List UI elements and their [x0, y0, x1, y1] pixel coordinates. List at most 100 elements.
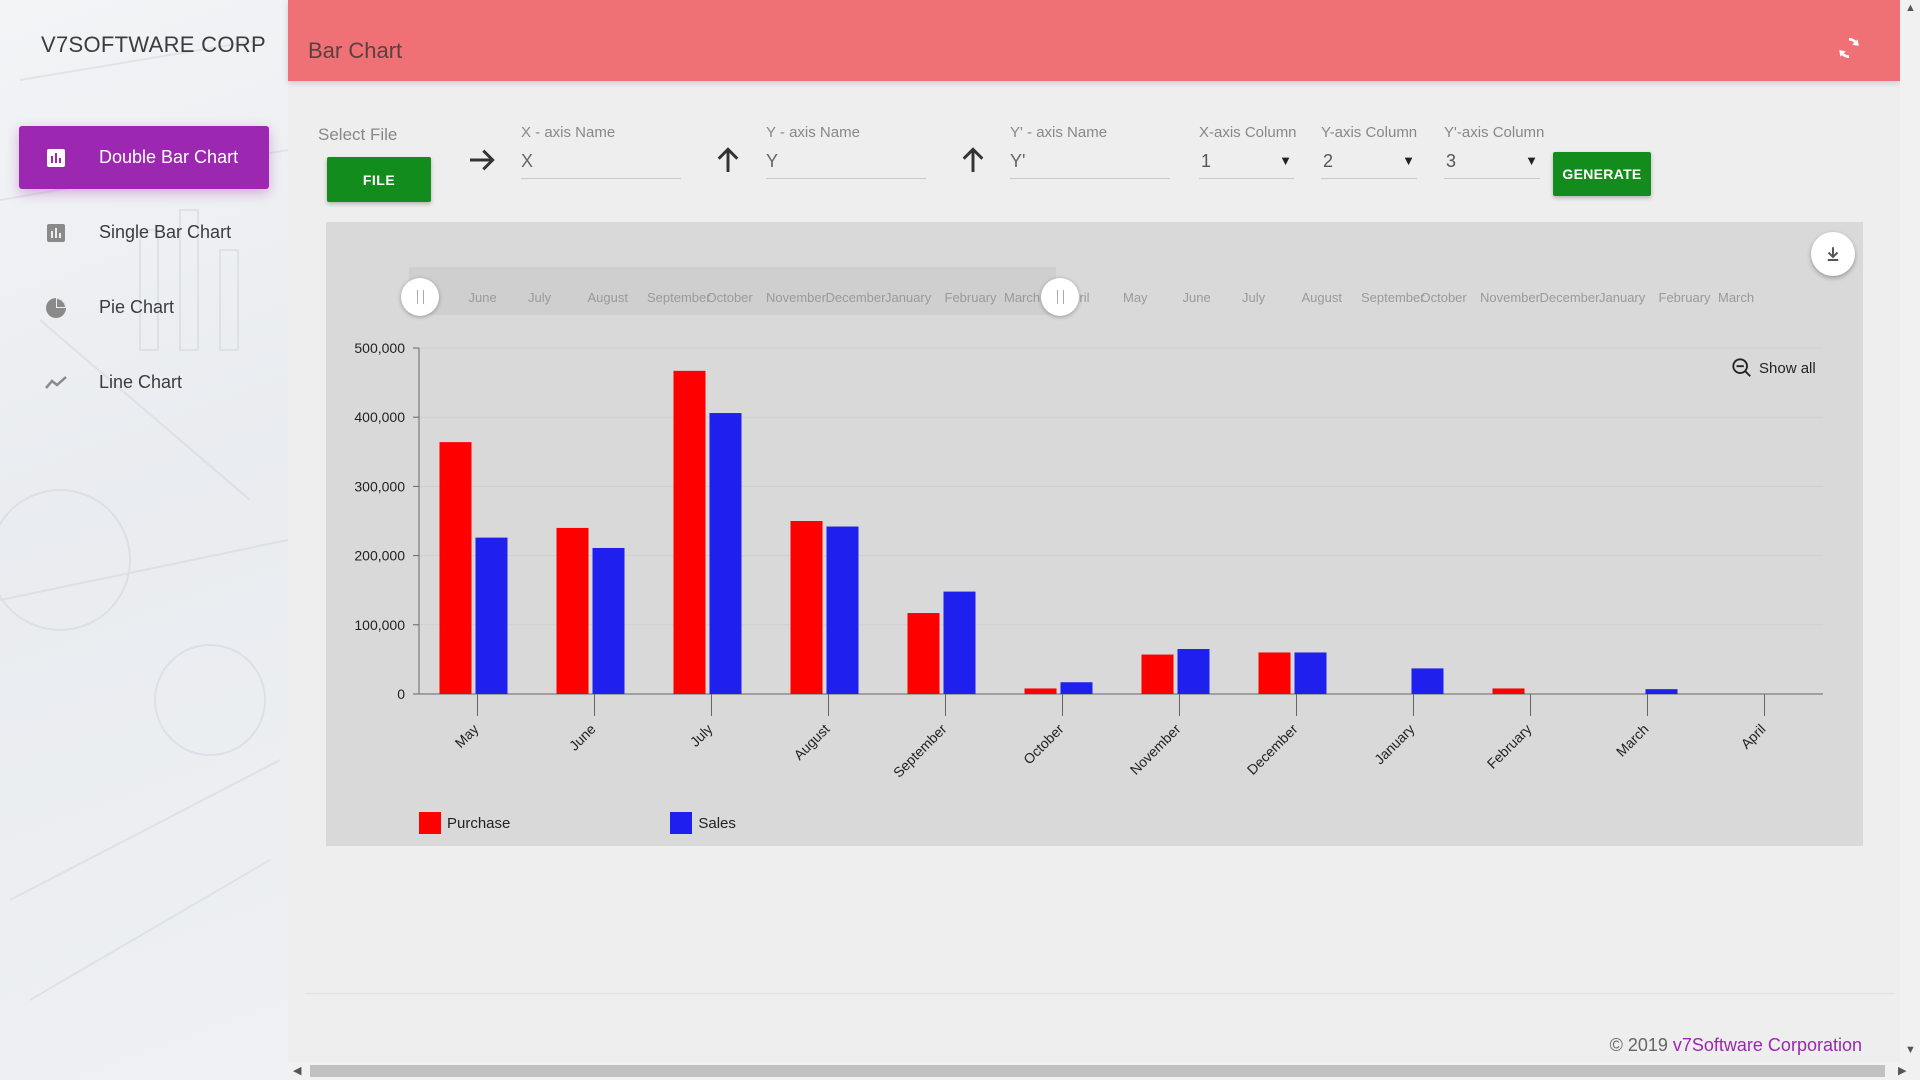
x-tick-label: July: [687, 721, 716, 750]
dropdown-arrow-icon: ▼: [1402, 153, 1415, 168]
x-axis-column-label: X-axis Column: [1199, 124, 1297, 141]
sidebar-item-label: Line Chart: [99, 372, 183, 392]
bar-purchase: [790, 521, 823, 694]
scroll-left-icon[interactable]: ◀: [293, 1064, 301, 1077]
x-tick-label: February: [1484, 721, 1535, 772]
bar-chart-icon: [43, 220, 69, 246]
bar-sales: [1294, 652, 1327, 694]
y-tick-label: 400,000: [354, 409, 405, 425]
sidebar-nav: Double Bar Chart Single Bar Chart Pie Ch…: [19, 126, 269, 426]
chart-config-form: Select File FILE X - axis Name Y - axis …: [288, 81, 1900, 221]
copyright-text: © 2019: [1609, 1035, 1673, 1055]
bar-sales: [826, 526, 859, 694]
y-tick-label: 500,000: [354, 340, 405, 356]
arrow-right-icon: [470, 149, 495, 171]
y-axis-name-label: Y - axis Name: [766, 124, 860, 141]
x-tick-label: November: [1127, 721, 1184, 778]
bar-chart: 0 100,000 200,000 300,000 400,000 500,000 May J…: [354, 340, 1823, 781]
bar-purchase: [673, 370, 706, 694]
y-axis-column-label: Y-axis Column: [1321, 124, 1418, 141]
page-title: Bar Chart: [308, 38, 403, 63]
scroll-down-icon[interactable]: ▼: [1905, 1044, 1916, 1056]
x-tick-label: March: [1613, 721, 1652, 760]
bar-sales: [709, 413, 742, 694]
sidebar-item-double-bar-chart[interactable]: Double Bar Chart: [19, 126, 269, 189]
vertical-scrollbar[interactable]: ▲ ▼: [1900, 0, 1920, 1062]
x-axis-column-select[interactable]: 1 ▼: [1199, 145, 1294, 179]
dropdown-arrow-icon: ▼: [1279, 153, 1292, 168]
legend-item-sales[interactable]: Sales: [670, 812, 736, 834]
line-chart-icon: [43, 370, 69, 396]
bar-purchase: [439, 442, 472, 694]
sidebar-item-pie-chart[interactable]: Pie Chart: [19, 276, 269, 339]
pie-chart-icon: [43, 295, 69, 321]
bar-sales: [943, 591, 976, 694]
legend-swatch: [670, 812, 693, 834]
bar-purchase: [1024, 688, 1057, 694]
footer: © 2019 v7Software Corporation: [1610, 1035, 1862, 1056]
horizontal-scrollbar[interactable]: ◀ ▶: [288, 1062, 1920, 1080]
bar-sales: [1645, 689, 1678, 694]
y2-axis-name-label: Y' - axis Name: [1010, 124, 1108, 141]
y2-axis-column-value: 3: [1446, 151, 1457, 171]
horizontal-scrollbar-thumb[interactable]: [310, 1065, 1885, 1077]
scroll-up-icon[interactable]: ▲: [1905, 2, 1916, 14]
generate-button[interactable]: GENERATE: [1553, 152, 1651, 196]
dropdown-arrow-icon: ▼: [1525, 153, 1538, 168]
sidebar-item-line-chart[interactable]: Line Chart: [19, 351, 269, 414]
main-content: Bar Chart Select File FILE X - axis Name…: [288, 0, 1900, 1062]
x-tick-label: May: [452, 721, 482, 751]
file-button[interactable]: FILE: [327, 157, 431, 202]
arrow-up-icon: [717, 147, 739, 172]
x-tick-label: June: [566, 721, 599, 754]
legend-label: Sales: [698, 814, 736, 832]
card-header: Bar Chart: [288, 0, 1900, 81]
legend-item-purchase[interactable]: Purchase: [419, 812, 510, 834]
sidebar-item-single-bar-chart[interactable]: Single Bar Chart: [19, 201, 269, 264]
legend-swatch: [419, 812, 441, 834]
legend-label: Purchase: [447, 814, 511, 832]
sidebar: V7SOFTWARE CORP Double Bar Chart Single …: [0, 0, 288, 1080]
y-axis-column-value: 2: [1323, 151, 1334, 171]
footer-divider: [305, 993, 1895, 994]
bar-sales: [1411, 668, 1444, 694]
bar-purchase: [1492, 688, 1525, 694]
x-tick-label: September: [890, 721, 950, 781]
bar-purchase: [1258, 652, 1291, 694]
x-tick-label: December: [1244, 721, 1301, 778]
sidebar-item-label: Double Bar Chart: [99, 147, 239, 167]
x-axis-name-input[interactable]: [521, 145, 681, 179]
arrow-up-icon: [962, 147, 984, 172]
brand-title: V7SOFTWARE CORP: [41, 32, 266, 57]
select-file-label: Select File: [318, 125, 398, 144]
refresh-icon[interactable]: [1836, 35, 1862, 61]
chart-legend: Purchase Sales: [419, 812, 736, 834]
bar-sales: [1177, 649, 1210, 694]
y-tick-label: 300,000: [354, 478, 405, 494]
y2-axis-column-select[interactable]: 3 ▼: [1444, 145, 1540, 179]
x-tick-label: August: [790, 721, 832, 763]
scroll-right-icon[interactable]: ▶: [1898, 1064, 1906, 1077]
sidebar-item-label: Pie Chart: [99, 297, 175, 317]
sidebar-item-label: Single Bar Chart: [99, 222, 232, 242]
bar-sales: [1060, 682, 1093, 694]
company-link[interactable]: v7Software Corporation: [1673, 1035, 1862, 1055]
bar-chart-icon: [43, 145, 69, 171]
y-tick-label: 0: [397, 686, 405, 702]
y-axis-column-select[interactable]: 2 ▼: [1321, 145, 1417, 179]
bar-sales: [475, 537, 508, 694]
bar-sales: [592, 547, 625, 694]
x-tick-label: October: [1020, 721, 1067, 768]
y2-axis-column-label: Y'-axis Column: [1444, 124, 1545, 141]
y2-axis-name-input[interactable]: [1010, 145, 1170, 179]
x-tick-label: January: [1371, 721, 1418, 768]
y-tick-label: 200,000: [354, 548, 405, 564]
x-tick-label: April: [1737, 721, 1768, 752]
chart-panel: May June July August September October Novembe…: [326, 222, 1863, 846]
y-tick-label: 100,000: [354, 617, 405, 633]
bar-purchase: [907, 613, 940, 694]
bar-purchase: [1141, 654, 1174, 694]
y-axis-name-input[interactable]: [766, 145, 926, 179]
bar-purchase: [556, 527, 589, 694]
x-axis-column-value: 1: [1201, 151, 1212, 171]
